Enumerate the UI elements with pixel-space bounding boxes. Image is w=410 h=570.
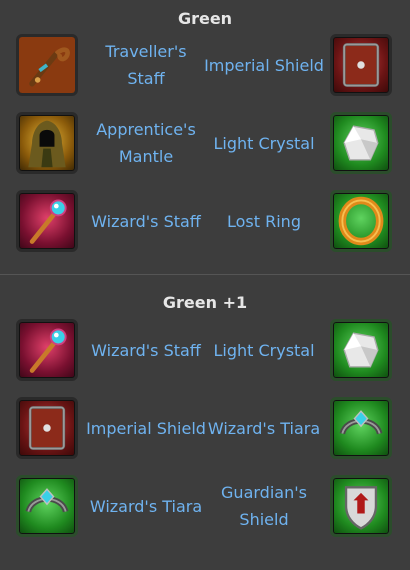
item-label: Light Crystal: [213, 340, 315, 360]
item-label: Traveller's Staff: [105, 42, 187, 88]
wizards-staff-icon[interactable]: [16, 190, 78, 252]
item-label: Lost Ring: [227, 211, 301, 231]
light-crystal-icon[interactable]: [330, 112, 392, 174]
light-crystal-icon[interactable]: [330, 319, 392, 381]
imperial-shield-icon[interactable]: [16, 397, 78, 459]
item-label: Wizard's Tiara: [89, 496, 203, 516]
item-label: Wizard's Staff: [91, 340, 201, 360]
apprentices-mantle-icon[interactable]: [16, 112, 78, 174]
wizards-tiara-icon[interactable]: [16, 475, 78, 537]
recipe-panel: Green Traveller's Staff Imperial Shield …: [0, 0, 410, 549]
item-label: Apprentice's Mantle: [96, 120, 196, 166]
section-green: Green Traveller's Staff Imperial Shield …: [0, 0, 410, 275]
guardians-shield-icon[interactable]: [330, 475, 392, 537]
wizards-staff-icon[interactable]: [16, 319, 78, 381]
item-label: Wizard's Tiara: [207, 418, 321, 438]
recipe-row: Imperial Shield Wizard's Tiara: [0, 393, 410, 471]
section-title: Green +1: [162, 293, 248, 312]
item-label: Light Crystal: [213, 133, 315, 153]
item-label: Imperial Shield: [86, 418, 206, 438]
recipe-row: Wizard's Tiara Guardian's Shield: [0, 471, 410, 549]
item-label: Guardian's Shield: [221, 483, 307, 529]
section-green-plus-1: Green +1 Wizard's Staff Light Crystal Im…: [0, 275, 410, 549]
imperial-shield-icon[interactable]: [330, 34, 392, 96]
item-label: Imperial Shield: [204, 55, 324, 75]
recipe-row: Traveller's Staff Imperial Shield: [0, 30, 410, 108]
recipe-row: Wizard's Staff Light Crystal: [0, 315, 410, 393]
item-label: Wizard's Staff: [91, 211, 201, 231]
section-title: Green: [177, 9, 233, 28]
wizards-tiara-icon[interactable]: [330, 397, 392, 459]
recipe-row: Apprentice's Mantle Light Crystal: [0, 108, 410, 186]
lost-ring-icon[interactable]: [330, 190, 392, 252]
travellers-staff-icon[interactable]: [16, 34, 78, 96]
recipe-row: Wizard's Staff Lost Ring: [0, 186, 410, 264]
